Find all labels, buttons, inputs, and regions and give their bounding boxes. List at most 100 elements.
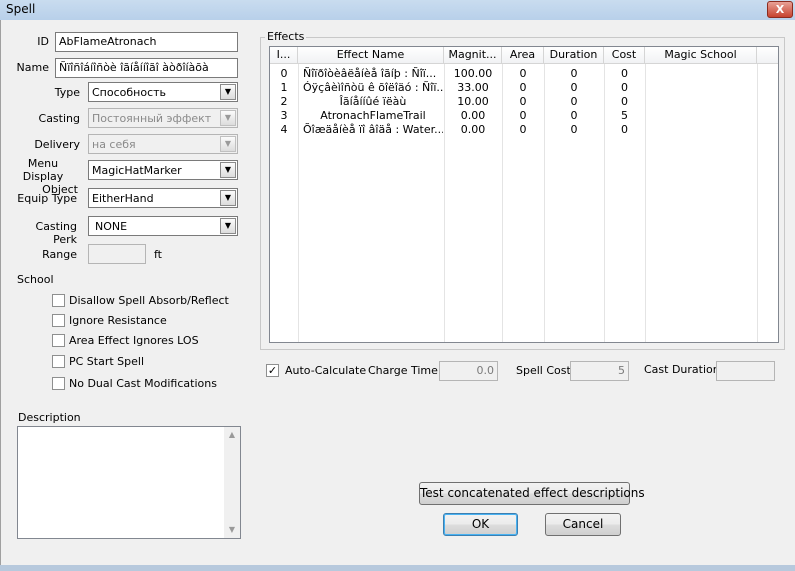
- column-header-cost[interactable]: Cost: [604, 47, 645, 64]
- casting-label: Casting: [38, 112, 80, 125]
- id-label: ID: [37, 35, 49, 48]
- pc-start-spell-checkbox[interactable]: [52, 355, 65, 368]
- cell-cost: 0: [621, 67, 628, 80]
- cell-index: 1: [280, 81, 288, 94]
- cell-area: 0: [519, 109, 527, 122]
- charge-time-field: 0.0: [439, 361, 498, 381]
- type-dropdown[interactable]: Способность ▼: [88, 82, 238, 102]
- cell-area: 0: [519, 81, 527, 94]
- ok-button[interactable]: OK: [443, 513, 518, 536]
- menu-display-label-line1: Menu Display: [22, 157, 64, 183]
- charge-time-label: Charge Time: [368, 364, 438, 377]
- chevron-down-icon: ▼: [220, 136, 236, 152]
- cell-cost: 0: [621, 95, 628, 108]
- cell-magic-school: [650, 95, 755, 109]
- cell-area: 0: [519, 123, 527, 136]
- type-label: Type: [54, 86, 80, 99]
- description-textarea[interactable]: [17, 426, 241, 539]
- casting-perk-dropdown[interactable]: NONE ▼: [88, 216, 238, 236]
- delivery-label: Delivery: [34, 138, 80, 151]
- cell-magnitude: 100.00: [453, 67, 493, 80]
- cell-index: 3: [280, 109, 288, 122]
- cell-magic-school: [650, 81, 755, 95]
- cell-duration: 0: [570, 67, 578, 80]
- school-label: School: [17, 273, 54, 286]
- ignore-resistance-checkbox[interactable]: [52, 314, 65, 327]
- area-effect-los-label: Area Effect Ignores LOS: [69, 334, 199, 347]
- cell-magnitude: 33.00: [457, 81, 489, 94]
- menu-display-object-label: Menu Display Object: [8, 157, 78, 196]
- effects-list[interactable]: I... Effect Name Magnit... Area Duration…: [269, 46, 779, 343]
- no-dual-cast-label: No Dual Cast Modifications: [69, 377, 217, 390]
- range-unit: ft: [154, 248, 162, 261]
- effects-label: Effects: [265, 30, 307, 43]
- chevron-down-icon[interactable]: ▼: [220, 84, 236, 100]
- chevron-down-icon[interactable]: ▼: [220, 162, 236, 178]
- column-divider: [757, 64, 758, 342]
- column-header-area[interactable]: Area: [502, 47, 544, 64]
- cell-magic-school: [650, 123, 755, 137]
- casting-perk-value: NONE: [95, 220, 128, 233]
- cell-duration: 0: [570, 95, 578, 108]
- column-header-effect-name[interactable]: Effect Name: [298, 47, 444, 64]
- cell-index: 2: [280, 95, 288, 108]
- no-dual-cast-checkbox[interactable]: [52, 377, 65, 390]
- cell-area: 0: [519, 67, 527, 80]
- cell-magnitude: 10.00: [457, 95, 489, 108]
- description-label: Description: [18, 411, 81, 424]
- range-field: [88, 244, 146, 264]
- auto-calculate-label: Auto-Calculate: [285, 364, 367, 377]
- cancel-button[interactable]: Cancel: [545, 513, 621, 536]
- cell-area: 0: [519, 95, 527, 108]
- equip-type-value: EitherHand: [92, 192, 154, 205]
- column-header-duration[interactable]: Duration: [544, 47, 604, 64]
- table-row[interactable]: 2 Îãíåííûé ïëàù 10.00 0 0 0: [270, 95, 757, 109]
- chevron-down-icon: ▼: [220, 110, 236, 126]
- cell-magic-school: [650, 109, 755, 123]
- table-row[interactable]: 4 Õîæäåíèå ïî âîäå : Water... 0.00 0 0 0: [270, 123, 757, 137]
- type-value: Способность: [92, 86, 167, 99]
- cell-effect-name: Óÿçâèìîñòü ê õîëîäó : Ñîï...: [303, 81, 443, 94]
- cell-duration: 0: [570, 123, 578, 136]
- cell-duration: 0: [570, 81, 578, 94]
- scroll-up-icon[interactable]: ▲: [224, 427, 240, 443]
- cast-duration-label: Cast Duration: [644, 363, 720, 376]
- delivery-value: на себя: [92, 138, 136, 151]
- cell-cost: 5: [621, 109, 628, 122]
- auto-calculate-checkbox[interactable]: ✓: [266, 364, 279, 377]
- name-label: Name: [16, 61, 49, 74]
- spell-cost-label: Spell Cost: [516, 364, 571, 377]
- equip-type-dropdown[interactable]: EitherHand ▼: [88, 188, 238, 208]
- column-header-filler: [757, 47, 778, 64]
- casting-perk-label: Casting Perk: [35, 220, 77, 246]
- cell-index: 0: [280, 67, 288, 80]
- column-header-magnitude[interactable]: Magnit...: [444, 47, 502, 64]
- casting-value: Постоянный эффект: [92, 112, 212, 125]
- column-header-magic-school[interactable]: Magic School: [645, 47, 757, 64]
- range-label: Range: [42, 248, 77, 261]
- description-scrollbar[interactable]: ▲ ▼: [224, 427, 240, 538]
- scroll-down-icon[interactable]: ▼: [224, 522, 240, 538]
- name-field[interactable]: Ñïîñîáíîñòè îãíåííîãî àòðîíàõà: [55, 58, 238, 78]
- area-effect-los-checkbox[interactable]: [52, 334, 65, 347]
- chevron-down-icon[interactable]: ▼: [220, 218, 236, 234]
- cell-effect-name: Ñîïðîòèâëåíèå îãíþ : Ñîï...: [303, 67, 437, 80]
- id-field[interactable]: AbFlameAtronach: [55, 32, 238, 52]
- spell-cost-field: 5: [570, 361, 629, 381]
- close-button[interactable]: X: [767, 1, 793, 18]
- test-descriptions-button[interactable]: Test concatenated effect descriptions: [419, 482, 645, 505]
- cell-magic-school: [650, 67, 755, 81]
- column-header-index[interactable]: I...: [270, 47, 298, 64]
- cell-index: 4: [280, 123, 288, 136]
- table-row[interactable]: 3 AtronachFlameTrail 0.00 0 0 5: [270, 109, 757, 123]
- table-row[interactable]: 0 Ñîïðîòèâëåíèå îãíþ : Ñîï... 100.00 0 0…: [270, 67, 757, 81]
- table-row[interactable]: 1 Óÿçâèìîñòü ê õîëîäó : Ñîï... 33.00 0 0…: [270, 81, 757, 95]
- menu-display-object-dropdown[interactable]: MagicHatMarker ▼: [88, 160, 238, 180]
- disallow-absorb-checkbox[interactable]: [52, 294, 65, 307]
- ignore-resistance-label: Ignore Resistance: [69, 314, 167, 327]
- chevron-down-icon[interactable]: ▼: [220, 190, 236, 206]
- cell-cost: 0: [621, 81, 628, 94]
- taskbar-strip: [0, 565, 795, 571]
- cast-duration-field: [716, 361, 775, 381]
- disallow-absorb-label: Disallow Spell Absorb/Reflect: [69, 294, 229, 307]
